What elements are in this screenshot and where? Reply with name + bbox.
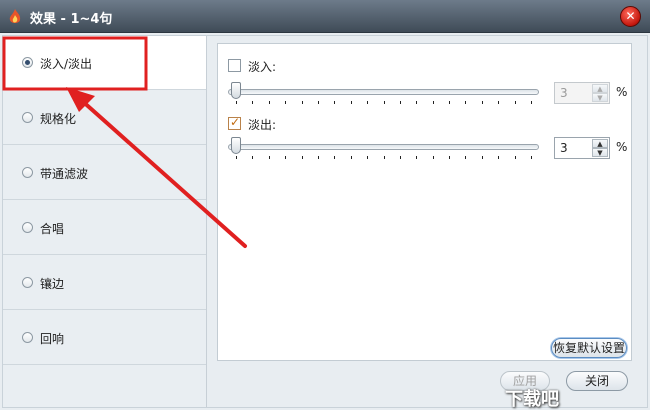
slider-track bbox=[228, 89, 539, 95]
slider-tick bbox=[268, 156, 270, 159]
fade-out-unit: % bbox=[616, 140, 628, 154]
slider-tick bbox=[334, 156, 336, 159]
close-button[interactable]: 关闭 bbox=[566, 371, 628, 391]
spin-down-icon[interactable]: ▼ bbox=[592, 148, 608, 157]
slider-tick bbox=[236, 156, 237, 159]
restore-defaults-button[interactable]: 恢复默认设置 bbox=[551, 338, 627, 358]
fade-out-checkbox[interactable] bbox=[228, 115, 241, 130]
slider-tick bbox=[383, 156, 385, 159]
sidebar-item-reverb[interactable]: 回响 bbox=[3, 311, 206, 365]
effects-sidebar: 淡入/淡出 规格化 带通滤波 合唱 镶边 回响 bbox=[3, 36, 207, 407]
fade-out-slider[interactable] bbox=[228, 135, 539, 161]
window-title: 效果 - 1~4句 bbox=[30, 12, 113, 27]
fade-in-unit: % bbox=[616, 85, 628, 99]
slider-tick bbox=[416, 156, 418, 159]
slider-thumb[interactable] bbox=[231, 137, 241, 154]
dialog-body: 淡入/淡出 规格化 带通滤波 合唱 镶边 回响 淡入: 3 ▲ ▼ % ✓ 淡出… bbox=[0, 33, 650, 410]
slider-tick bbox=[432, 156, 434, 159]
sidebar-item-label: 回响 bbox=[40, 332, 65, 346]
slider-tick bbox=[514, 156, 516, 159]
radio-icon bbox=[22, 112, 33, 123]
slider-tick bbox=[367, 101, 369, 104]
sidebar-item-fade[interactable]: 淡入/淡出 bbox=[3, 36, 206, 90]
sidebar-item-label: 合唱 bbox=[40, 222, 65, 236]
spin-up-icon[interactable]: ▲ bbox=[592, 139, 608, 148]
slider-tick bbox=[317, 101, 319, 104]
slider-tick bbox=[383, 101, 385, 104]
title-bar: 效果 - 1~4句 ✕ bbox=[0, 0, 650, 33]
sidebar-item-normalize[interactable]: 规格化 bbox=[3, 91, 206, 145]
slider-tick bbox=[449, 101, 451, 104]
slider-thumb[interactable] bbox=[231, 82, 241, 99]
slider-tick bbox=[367, 156, 369, 159]
slider-tick bbox=[301, 156, 303, 159]
apply-button[interactable]: 应用 bbox=[500, 371, 550, 391]
close-icon: ✕ bbox=[625, 9, 636, 23]
slider-track bbox=[228, 144, 539, 150]
radio-icon bbox=[22, 222, 33, 233]
fade-out-value: 3 bbox=[560, 141, 568, 155]
slider-tick bbox=[498, 156, 500, 159]
slider-tick bbox=[399, 156, 401, 159]
slider-tick bbox=[481, 101, 483, 104]
slider-tick bbox=[465, 101, 467, 104]
fade-out-label: 淡出: bbox=[248, 118, 277, 132]
radio-icon bbox=[22, 332, 33, 343]
spin-down-icon[interactable]: ▼ bbox=[592, 93, 608, 102]
slider-tick bbox=[514, 101, 516, 104]
close-window-button[interactable]: ✕ bbox=[620, 6, 641, 27]
fade-in-checkbox[interactable] bbox=[228, 59, 241, 72]
slider-tick bbox=[301, 101, 303, 104]
slider-tick bbox=[531, 156, 532, 159]
slider-tick bbox=[252, 101, 254, 104]
slider-tick bbox=[285, 101, 287, 104]
slider-tick bbox=[285, 156, 287, 159]
slider-tick bbox=[481, 156, 483, 159]
slider-tick bbox=[350, 101, 352, 104]
sidebar-item-chorus[interactable]: 合唱 bbox=[3, 201, 206, 255]
slider-tick bbox=[317, 156, 319, 159]
slider-tick bbox=[465, 156, 467, 159]
fade-in-slider[interactable] bbox=[228, 80, 539, 106]
fade-in-label: 淡入: bbox=[248, 60, 277, 74]
fade-out-spinbox[interactable]: 3 ▲ ▼ bbox=[554, 137, 610, 159]
spin-up-icon[interactable]: ▲ bbox=[592, 84, 608, 93]
slider-tick bbox=[399, 101, 401, 104]
fade-in-value: 3 bbox=[560, 86, 568, 100]
sidebar-item-label: 淡入/淡出 bbox=[40, 57, 93, 71]
radio-icon bbox=[22, 167, 33, 178]
app-icon bbox=[9, 9, 21, 23]
slider-tick bbox=[531, 101, 532, 104]
slider-tick bbox=[268, 101, 270, 104]
slider-tick bbox=[350, 156, 352, 159]
effect-settings-panel: 淡入: 3 ▲ ▼ % 淡出: 3 ▲ ▼ % 恢复默认设置 bbox=[217, 43, 632, 361]
slider-tick bbox=[416, 101, 418, 104]
slider-tick bbox=[432, 101, 434, 104]
slider-tick bbox=[449, 156, 451, 159]
radio-icon bbox=[22, 277, 33, 288]
sidebar-item-label: 规格化 bbox=[40, 112, 77, 126]
radio-icon bbox=[22, 57, 33, 68]
sidebar-item-label: 镶边 bbox=[40, 277, 65, 291]
sidebar-item-label: 带通滤波 bbox=[40, 167, 89, 181]
slider-tick bbox=[334, 101, 336, 104]
sidebar-item-flanger[interactable]: 镶边 bbox=[3, 256, 206, 310]
sidebar-item-bandpass[interactable]: 带通滤波 bbox=[3, 146, 206, 200]
slider-tick bbox=[236, 101, 237, 104]
fade-in-spinbox[interactable]: 3 ▲ ▼ bbox=[554, 82, 610, 104]
slider-tick bbox=[498, 101, 500, 104]
slider-tick bbox=[252, 156, 254, 159]
